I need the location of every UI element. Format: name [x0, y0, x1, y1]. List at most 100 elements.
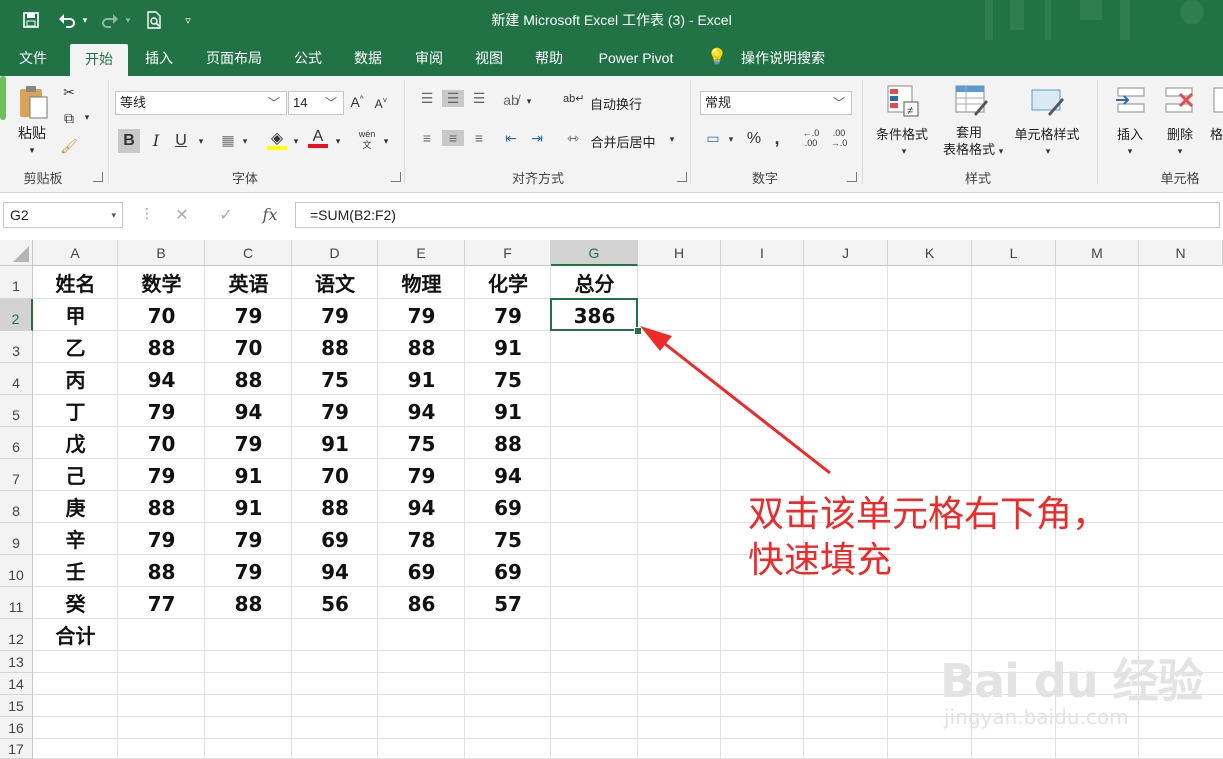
merge-center-icon[interactable]: ⇿	[563, 130, 583, 147]
increase-font-icon[interactable]: A^	[347, 94, 367, 110]
column-header-d[interactable]: D	[292, 240, 378, 266]
conditional-format-dropdown-icon[interactable]: ▾	[899, 146, 909, 157]
tab-help[interactable]: 帮助	[526, 40, 572, 76]
cell-header-e[interactable]: 物理	[378, 266, 465, 299]
table-cell[interactable]: 79	[292, 299, 378, 331]
font-color-icon[interactable]: A	[306, 128, 330, 148]
cell-header-c[interactable]: 英语	[205, 266, 292, 299]
chevron-down-icon[interactable]: ▾	[111, 203, 116, 227]
paste-dropdown-icon[interactable]: ▾	[25, 144, 39, 156]
row-header-4[interactable]: 4	[0, 363, 33, 395]
copy-dropdown-icon[interactable]: ▾	[82, 112, 92, 123]
font-name-select[interactable]: 等线 ﹀	[115, 91, 287, 115]
comma-button[interactable]: ,	[770, 128, 784, 149]
cell-header-g[interactable]: 总分	[551, 266, 638, 299]
insert-cells-icon[interactable]	[1114, 84, 1148, 118]
row-header-11[interactable]: 11	[0, 587, 33, 619]
table-cell[interactable]: 75	[465, 523, 551, 555]
table-cell[interactable]: 75	[378, 427, 465, 459]
table-cell[interactable]: 88	[118, 331, 205, 363]
table-cell[interactable]: 88	[118, 555, 205, 587]
phonetic-dropdown-icon[interactable]: ▾	[381, 136, 391, 147]
tab-insert[interactable]: 插入	[136, 40, 182, 76]
accounting-dropdown-icon[interactable]: ▾	[726, 134, 736, 145]
fill-color-dropdown-icon[interactable]: ▾	[291, 136, 301, 147]
name-box[interactable]: G2 ▾	[3, 202, 123, 228]
cell-styles-button[interactable]: 单元格样式	[1008, 124, 1086, 142]
tab-page-layout[interactable]: 页面布局	[195, 40, 273, 76]
column-header-k[interactable]: K	[888, 240, 972, 266]
format-cells-button[interactable]: 格	[1210, 124, 1223, 142]
table-cell[interactable]: 69	[292, 523, 378, 555]
row-header-12[interactable]: 12	[0, 619, 33, 651]
row-header-7[interactable]: 7	[0, 459, 33, 491]
row-header-1[interactable]: 1	[0, 266, 33, 299]
align-middle-icon[interactable]: ☰	[442, 90, 464, 107]
table-cell[interactable]: 57	[465, 587, 551, 619]
format-as-table-button[interactable]: 套用 表格格式	[934, 124, 1004, 158]
cell-styles-icon[interactable]	[1030, 84, 1064, 118]
table-cell[interactable]: 79	[205, 555, 292, 587]
align-top-icon[interactable]: ☰	[416, 90, 438, 107]
table-cell[interactable]: 丙	[33, 363, 118, 395]
table-cell[interactable]: 丁	[33, 395, 118, 427]
table-cell[interactable]: 合计	[33, 619, 118, 651]
row-header-3[interactable]: 3	[0, 331, 33, 363]
table-cell[interactable]: 75	[465, 363, 551, 395]
table-cell[interactable]: 辛	[33, 523, 118, 555]
increase-indent-icon[interactable]: ⇥	[526, 130, 548, 147]
column-header-b[interactable]: B	[118, 240, 205, 266]
row-header-5[interactable]: 5	[0, 395, 33, 427]
italic-button[interactable]: I	[146, 129, 166, 153]
alignment-launcher-icon[interactable]	[677, 172, 687, 182]
row-header-6[interactable]: 6	[0, 427, 33, 459]
column-header-a[interactable]: A	[33, 240, 118, 266]
table-cell[interactable]: 78	[378, 523, 465, 555]
paste-icon[interactable]	[17, 84, 49, 120]
table-cell[interactable]: 79	[118, 395, 205, 427]
enter-icon[interactable]: ✓	[216, 205, 236, 225]
table-cell[interactable]: 79	[118, 459, 205, 491]
table-cell[interactable]: 94	[378, 491, 465, 523]
paste-button[interactable]: 粘贴	[10, 124, 54, 142]
column-header-e[interactable]: E	[378, 240, 465, 266]
table-cell[interactable]: 69	[465, 555, 551, 587]
table-cell[interactable]: 94	[378, 395, 465, 427]
tell-me-search[interactable]: 操作说明搜索	[733, 40, 833, 76]
tab-view[interactable]: 视图	[466, 40, 512, 76]
cut-icon[interactable]: ✂	[58, 84, 80, 101]
column-header-g[interactable]: G	[551, 240, 638, 266]
table-cell[interactable]: 庚	[33, 491, 118, 523]
table-cell[interactable]: 88	[292, 491, 378, 523]
align-right-icon[interactable]: ≡	[468, 130, 490, 146]
font-launcher-icon[interactable]	[391, 172, 401, 182]
row-header-13[interactable]: 13	[0, 651, 33, 673]
table-cell[interactable]: 88	[465, 427, 551, 459]
merge-dropdown-icon[interactable]: ▾	[667, 134, 677, 145]
table-cell[interactable]: 91	[465, 331, 551, 363]
column-header-m[interactable]: M	[1056, 240, 1139, 266]
wrap-text-button[interactable]: 自动换行	[585, 93, 647, 113]
row-header-2[interactable]: 2	[0, 299, 33, 331]
align-bottom-icon[interactable]: ☰	[468, 90, 490, 107]
bold-button[interactable]: B	[118, 129, 140, 153]
row-header-17[interactable]: 17	[0, 739, 33, 759]
table-cell[interactable]: 94	[205, 395, 292, 427]
table-cell[interactable]: 79	[378, 299, 465, 331]
format-cells-icon[interactable]	[1210, 84, 1223, 118]
table-cell[interactable]: 己	[33, 459, 118, 491]
cancel-icon[interactable]: ✕	[172, 205, 192, 225]
format-as-table-icon[interactable]	[954, 84, 988, 118]
table-cell[interactable]: 91	[205, 459, 292, 491]
underline-button[interactable]: U	[171, 129, 191, 153]
table-cell[interactable]: 甲	[33, 299, 118, 331]
borders-dropdown-icon[interactable]: ▾	[240, 136, 250, 147]
column-header-n[interactable]: N	[1139, 240, 1223, 266]
cell-header-f[interactable]: 化学	[465, 266, 551, 299]
table-cell[interactable]: 癸	[33, 587, 118, 619]
table-cell[interactable]: 70	[118, 427, 205, 459]
table-cell[interactable]: 70	[118, 299, 205, 331]
formula-input[interactable]: =SUM(B2:F2)	[295, 202, 1220, 228]
column-header-j[interactable]: J	[804, 240, 888, 266]
table-cell[interactable]: 戊	[33, 427, 118, 459]
